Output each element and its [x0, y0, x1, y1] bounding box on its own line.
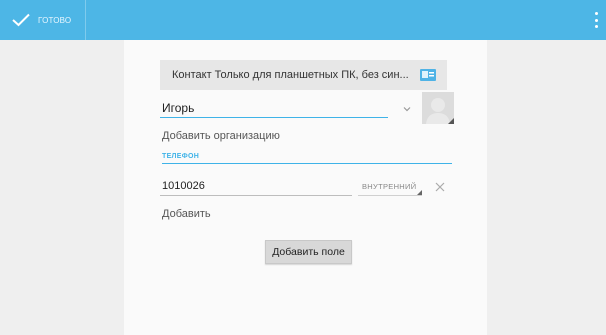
- action-bar: ГОТОВО: [0, 0, 606, 40]
- account-type-label: Контакт Только для планшетных ПК, без си…: [172, 69, 409, 81]
- name-field[interactable]: [160, 98, 388, 118]
- phone-field[interactable]: [160, 176, 352, 196]
- name-input[interactable]: [160, 98, 388, 118]
- checkmark-icon: [10, 9, 32, 31]
- phone-type-label: ВНУТРЕННИЙ: [362, 182, 417, 191]
- phone-type-select[interactable]: ВНУТРЕННИЙ: [358, 176, 422, 196]
- add-organization-link[interactable]: Добавить организацию: [162, 130, 280, 142]
- contact-photo[interactable]: [422, 92, 454, 124]
- add-field-button[interactable]: Добавить поле: [265, 240, 352, 264]
- contact-card-icon: [419, 66, 437, 84]
- chevron-down-icon[interactable]: [401, 102, 413, 114]
- account-row: Контакт Только для планшетных ПК, без си…: [160, 60, 447, 90]
- close-icon[interactable]: [435, 179, 445, 192]
- done-button[interactable]: ГОТОВО: [0, 0, 87, 40]
- overflow-menu-icon[interactable]: [592, 10, 600, 30]
- phone-section-header: ТЕЛЕФОН: [162, 153, 452, 164]
- contact-editor-card: Контакт Только для планшетных ПК, без си…: [124, 40, 487, 335]
- done-label: ГОТОВО: [38, 15, 72, 25]
- add-phone-link[interactable]: Добавить: [162, 208, 211, 220]
- phone-input[interactable]: [160, 178, 352, 194]
